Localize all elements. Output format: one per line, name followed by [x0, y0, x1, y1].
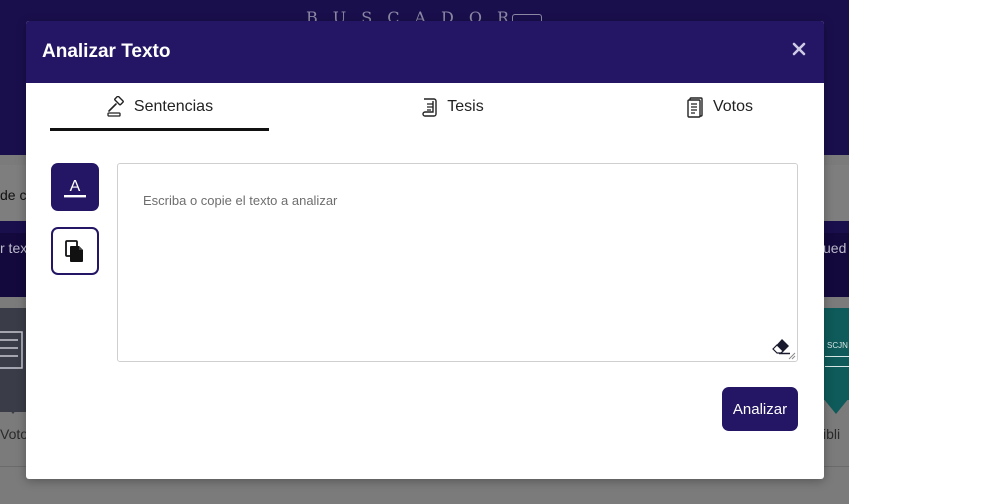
scroll-icon: [422, 98, 437, 117]
gavel-icon: [107, 96, 124, 117]
document-icon: [0, 331, 23, 369]
tab-label: Sentencias: [133, 98, 214, 115]
background-card-badge: SCJN: [827, 341, 848, 350]
modal-header: Analizar Texto: [26, 21, 824, 83]
tab-label: Tesis: [447, 98, 484, 115]
text-format-icon: A: [64, 178, 86, 198]
modal-title: Analizar Texto: [42, 41, 171, 62]
tab-bar: Sentencias Tesis Votos: [50, 83, 798, 131]
background-text-fragment: ued: [823, 240, 847, 256]
background-card-arrow: [0, 398, 26, 414]
paste-file-icon: [65, 240, 83, 262]
text-format-button[interactable]: A: [51, 163, 99, 211]
close-icon[interactable]: [791, 41, 807, 57]
resize-grip-icon[interactable]: [788, 352, 796, 360]
tab-votos[interactable]: Votos: [640, 83, 798, 131]
tab-sentencias[interactable]: Sentencias: [50, 83, 269, 131]
background-card-biblioteca: SCJN: [823, 308, 849, 400]
text-input-container: [117, 163, 798, 362]
document-icon: [687, 97, 703, 118]
background-card-arrow: [823, 398, 849, 414]
analyze-text-modal: Analizar Texto Sentencias Tesis Votos A …: [26, 21, 824, 479]
text-input[interactable]: [118, 164, 797, 361]
background-card-label: ibli: [823, 426, 841, 442]
background-card-line: [825, 366, 849, 367]
text-format-letter: A: [70, 178, 81, 195]
background-text-fragment: de c: [0, 187, 27, 203]
tab-label: Votos: [712, 98, 754, 115]
background-text-fragment: r tex: [0, 240, 28, 256]
analyze-button[interactable]: Analizar: [722, 387, 798, 431]
tab-tesis[interactable]: Tesis: [314, 83, 589, 131]
background-card-label: Voto: [0, 426, 29, 442]
paste-file-button[interactable]: [51, 227, 99, 275]
background-card-votos: [0, 308, 26, 412]
background-card-line: [825, 356, 849, 357]
